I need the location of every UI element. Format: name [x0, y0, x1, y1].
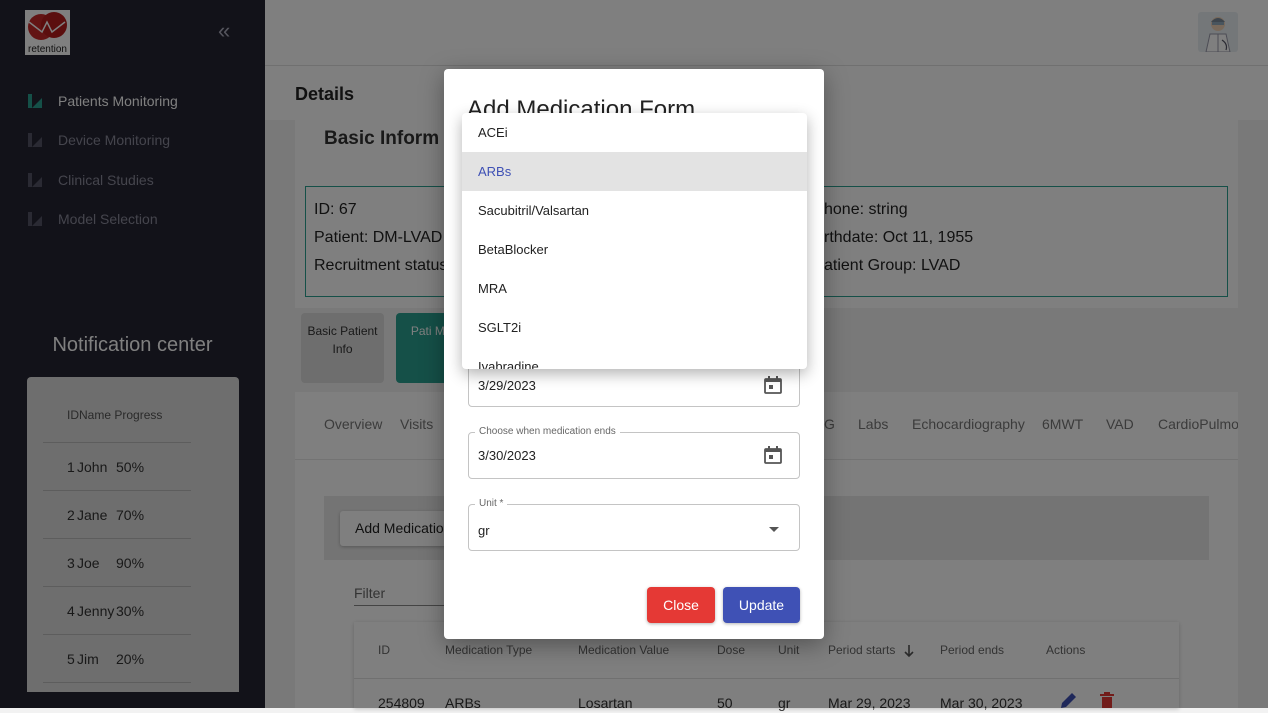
chevron-down-icon[interactable]	[767, 521, 787, 541]
unit-select[interactable]: Unit * gr	[468, 498, 800, 551]
medication-type-dropdown: ACEi ARBs Sacubitril/Valsartan BetaBlock…	[462, 113, 807, 369]
end-date-label: Choose when medication ends	[475, 426, 620, 438]
dropdown-option[interactable]: MRA	[462, 269, 807, 308]
end-date-value[interactable]: 3/30/2023	[478, 448, 536, 463]
calendar-icon[interactable]	[763, 445, 783, 465]
update-button[interactable]: Update	[723, 587, 800, 623]
start-date-value[interactable]: 3/29/2023	[478, 378, 536, 393]
dropdown-option[interactable]: Sacubitril/Valsartan	[462, 191, 807, 230]
calendar-icon[interactable]	[763, 375, 783, 395]
close-button[interactable]: Close	[647, 587, 715, 623]
dropdown-option-selected[interactable]: ARBs	[462, 152, 807, 191]
dropdown-option[interactable]: ACEi	[462, 113, 807, 152]
dropdown-option[interactable]: SGLT2i	[462, 308, 807, 347]
dropdown-option[interactable]: Ivabradine	[462, 347, 807, 369]
unit-value[interactable]: gr	[478, 523, 490, 538]
end-date-field[interactable]: Choose when medication ends 3/30/2023	[468, 426, 800, 479]
unit-label: Unit *	[475, 498, 508, 510]
dropdown-option[interactable]: BetaBlocker	[462, 230, 807, 269]
